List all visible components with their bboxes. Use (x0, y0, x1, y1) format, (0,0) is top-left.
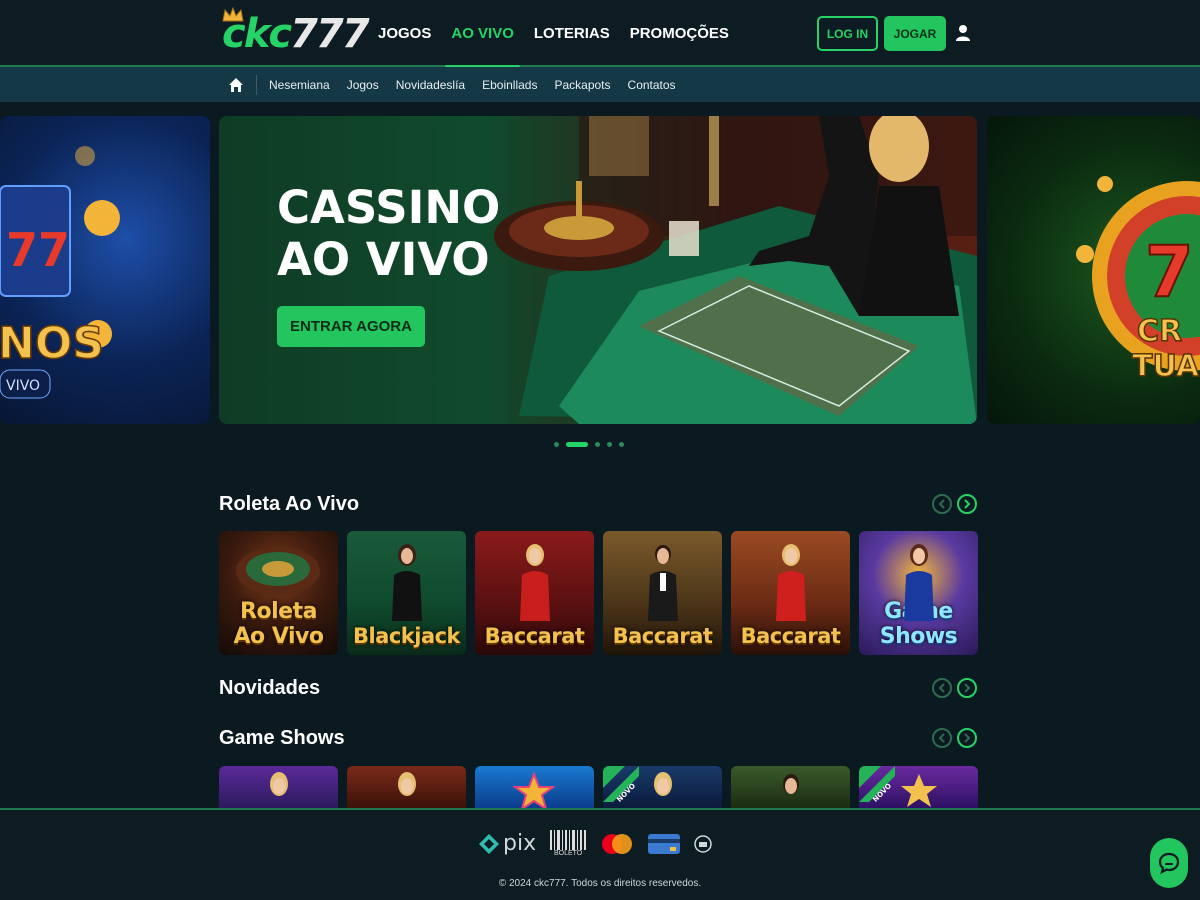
chevron-left-icon (938, 683, 945, 693)
user-icon[interactable] (955, 24, 971, 42)
next-arrow-button[interactable] (957, 494, 977, 514)
chevron-right-icon (964, 733, 971, 743)
carousel-slide-next[interactable]: 7 CR TUA (987, 116, 1200, 424)
svg-text:CR: CR (1137, 314, 1182, 349)
sub-nav-bar: Nesemiana Jogos Novidadeslía Eboinllads … (0, 67, 1200, 102)
chat-button[interactable] (1150, 838, 1188, 888)
carousel-dot[interactable] (595, 442, 600, 447)
logo-777: 777 (290, 11, 369, 57)
hero-cta-button[interactable]: ENTRAR AGORA (277, 306, 425, 347)
host-figure (654, 772, 672, 796)
next-arrow-button[interactable] (957, 678, 977, 698)
game-card[interactable]: Blackjack (347, 531, 466, 655)
novidades-arrows (932, 678, 977, 698)
roleta-game-list: Roleta Ao Vivo Blackjack Baccarat Baccar… (219, 531, 978, 655)
chevron-left-icon (938, 733, 945, 743)
slots-illustration: 77 NOS VIVO (0, 146, 120, 399)
roulette-wheel-icon (236, 547, 320, 595)
subnav-item[interactable]: Novidadeslía (396, 78, 465, 92)
nav-jogos[interactable]: JOGOS (378, 0, 441, 67)
main-nav: JOGOS AO VIVO LOTERIAS PROMOÇÕES (378, 0, 739, 69)
carousel-slide-prev[interactable]: 77 NOS VIVO (0, 116, 210, 424)
game-card[interactable]: Game Shows (859, 531, 978, 655)
new-badge: NOVO (859, 766, 895, 802)
host-figure (783, 774, 799, 794)
top-header: ckc777 JOGOS AO VIVO LOTERIAS PROMOÇÕES … (0, 0, 1200, 69)
prev-arrow-button[interactable] (932, 678, 952, 698)
new-badge: NOVO (603, 766, 639, 802)
game-card[interactable]: Baccarat (731, 531, 850, 655)
pix-icon (479, 833, 499, 854)
carousel-pagination (554, 442, 624, 447)
gameshows-game-list: NOVO NOVO (219, 766, 978, 810)
game-card[interactable]: Baccarat (475, 531, 594, 655)
dealer-figure (775, 544, 806, 621)
carousel-dot[interactable] (607, 442, 612, 447)
svg-text:NOS: NOS (0, 318, 104, 369)
svg-text:77: 77 (6, 223, 70, 277)
subnav-item[interactable]: Eboinllads (482, 78, 537, 92)
svg-text:7: 7 (1145, 231, 1194, 313)
sub-nav: Nesemiana Jogos Novidadeslía Eboinllads … (228, 67, 693, 102)
game-card[interactable]: Roleta Ao Vivo (219, 531, 338, 655)
game-card[interactable] (475, 766, 594, 810)
host-figure (903, 544, 934, 621)
dealer-figure (391, 544, 422, 621)
section-title-gameshows: Game Shows (219, 727, 345, 749)
chevron-right-icon (964, 683, 971, 693)
pix-logo: pix (478, 831, 536, 856)
roleta-arrows (932, 494, 977, 514)
crown-icon (222, 7, 244, 22)
dealer-figure (519, 544, 550, 621)
svg-text:VIVO: VIVO (6, 378, 40, 394)
game-card[interactable]: Baccarat (603, 531, 722, 655)
divider (256, 74, 257, 95)
game-card[interactable] (347, 766, 466, 810)
barcode-icon (550, 830, 587, 850)
subnav-item[interactable]: Nesemiana (269, 78, 330, 92)
game-card[interactable] (731, 766, 850, 810)
game-card[interactable]: NOVO (603, 766, 722, 810)
chat-icon (1158, 852, 1180, 874)
hero-title: CASSINO AO VIVO (277, 181, 501, 286)
next-arrow-button[interactable] (957, 728, 977, 748)
login-button[interactable]: LOG IN (817, 16, 878, 51)
carousel-dot[interactable] (619, 442, 624, 447)
mastercard-icon (602, 833, 633, 854)
payment-methods: pix BOLETO (478, 830, 712, 857)
svg-text:TUA: TUA (1132, 349, 1200, 384)
chevron-right-icon (964, 499, 971, 509)
card-icon (648, 833, 681, 854)
nav-ao-vivo[interactable]: AO VIVO (441, 0, 524, 69)
host-figure (270, 772, 288, 796)
chevron-left-icon (938, 499, 945, 509)
game-card[interactable] (219, 766, 338, 810)
bank-icon (694, 834, 712, 853)
dealer-figure (647, 545, 678, 621)
host-figure (398, 772, 416, 796)
subnav-item[interactable]: Jogos (347, 78, 379, 92)
copyright: © 2024 ckc777. Todos os direitos reserve… (498, 878, 702, 889)
home-icon[interactable] (228, 77, 244, 93)
prev-arrow-button[interactable] (932, 728, 952, 748)
nav-promocoes[interactable]: PROMOÇÕES (620, 0, 739, 67)
carousel-dot-active[interactable] (566, 442, 588, 447)
boleto-logo: BOLETO (550, 830, 587, 857)
play-button[interactable]: JOGAR (884, 16, 946, 51)
site-logo[interactable]: ckc777 (222, 7, 370, 57)
wheel-illustration: 7 CR TUA (1076, 176, 1200, 385)
gameshows-arrows (932, 728, 977, 748)
footer: pix BOLETO © 2024 ckc777. Todos os direi… (0, 808, 1200, 900)
subnav-item[interactable]: Contatos (628, 78, 676, 92)
subnav-item[interactable]: Packapots (554, 78, 610, 92)
game-card[interactable]: NOVO (859, 766, 978, 810)
prev-arrow-button[interactable] (932, 494, 952, 514)
star-icon (901, 774, 937, 807)
section-title-novidades: Novidades (219, 677, 321, 699)
carousel-dot[interactable] (554, 442, 559, 447)
nav-loterias[interactable]: LOTERIAS (524, 0, 620, 67)
star-icon (513, 772, 555, 810)
section-title-roleta: Roleta Ao Vivo (219, 493, 360, 515)
carousel-slide-live-casino[interactable]: CASSINO AO VIVO ENTRAR AGORA (219, 116, 977, 424)
